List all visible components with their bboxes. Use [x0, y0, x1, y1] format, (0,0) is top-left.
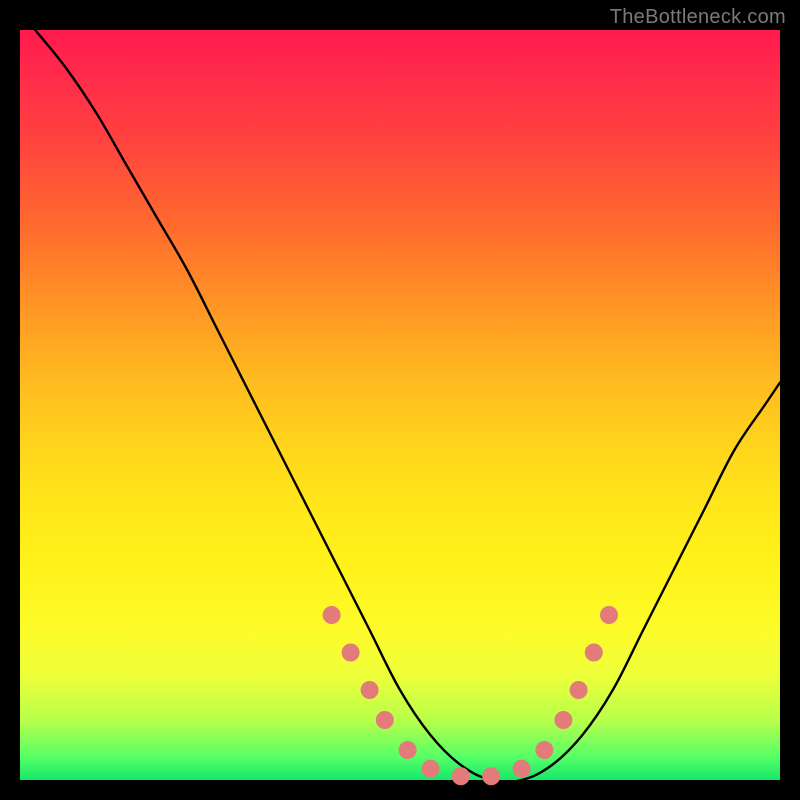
- highlight-dot: [376, 711, 394, 729]
- highlight-dot: [421, 760, 439, 778]
- highlight-dot: [600, 606, 618, 624]
- highlight-dot: [342, 644, 360, 662]
- highlight-dot: [585, 644, 603, 662]
- curve-layer: [20, 30, 780, 780]
- plot-area: [20, 30, 780, 780]
- highlight-dot: [482, 767, 500, 785]
- highlight-dots: [323, 606, 618, 785]
- highlight-dot: [399, 741, 417, 759]
- highlight-dot: [513, 760, 531, 778]
- highlight-dot: [570, 681, 588, 699]
- chart-frame: TheBottleneck.com: [0, 0, 800, 800]
- bottleneck-curve: [35, 30, 780, 782]
- watermark-text: TheBottleneck.com: [610, 6, 786, 29]
- highlight-dot: [361, 681, 379, 699]
- highlight-dot: [535, 741, 553, 759]
- highlight-dot: [323, 606, 341, 624]
- highlight-dot: [554, 711, 572, 729]
- highlight-dot: [452, 767, 470, 785]
